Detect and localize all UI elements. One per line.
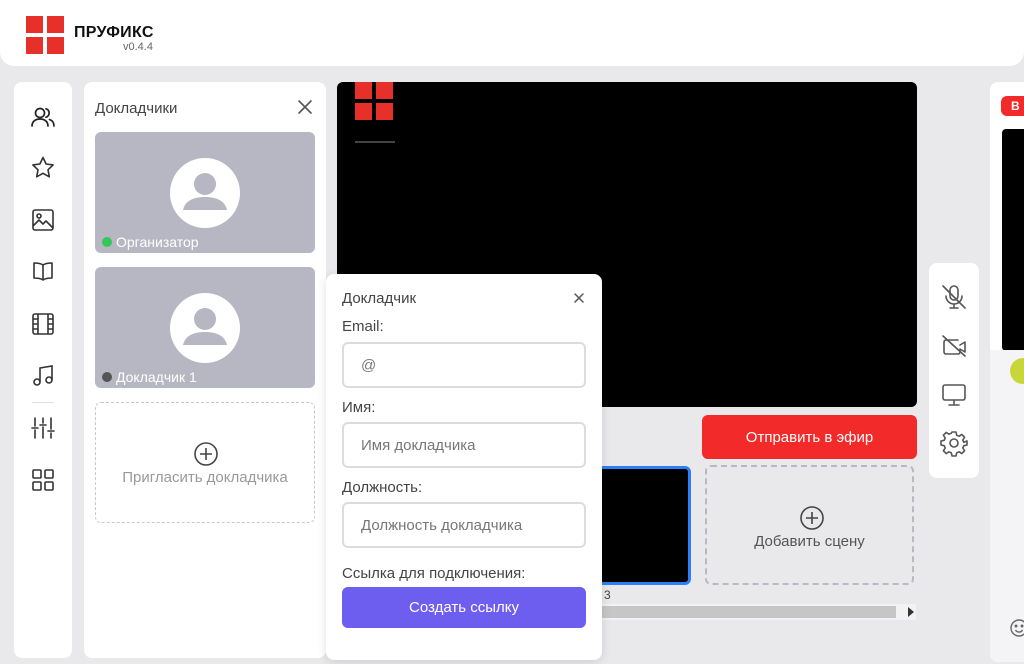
mic-off-icon[interactable] (940, 283, 968, 311)
email-label: Email: (342, 318, 384, 335)
settings-icon[interactable] (940, 429, 968, 457)
speaker-card-1[interactable]: Докладчик 1 (95, 267, 315, 388)
dialog-title: Докладчик (342, 290, 417, 307)
position-field[interactable] (342, 502, 586, 548)
speaker-card-organizer[interactable]: Организатор (95, 132, 315, 253)
preview-logo (355, 82, 393, 120)
app-logo (26, 16, 64, 54)
go-live-button[interactable]: Отправить в эфир (702, 415, 917, 459)
chat-area (990, 350, 1024, 662)
sidebar (14, 82, 72, 658)
live-badge: В (1001, 96, 1024, 116)
emoji-icon[interactable] (1009, 618, 1024, 638)
scrollbar-thumb[interactable] (600, 606, 896, 618)
name-label: Имя: (342, 399, 376, 416)
top-bar: ПРУФИКС v0.4.4 (0, 0, 1024, 66)
speaker-name: Докладчик 1 (102, 369, 197, 385)
speakers-panel-title: Докладчики (95, 100, 178, 117)
add-scene-label: Добавить сцену (754, 533, 865, 550)
close-icon[interactable] (571, 290, 587, 306)
plus-circle-icon (799, 505, 825, 531)
position-label: Должность: (342, 479, 423, 496)
live-preview (1002, 129, 1024, 351)
image-icon[interactable] (30, 207, 56, 233)
email-field[interactable] (342, 342, 586, 388)
camera-off-icon[interactable] (940, 332, 968, 360)
scene-number: 3 (604, 588, 611, 602)
music-icon[interactable] (30, 363, 56, 389)
screen-share-icon[interactable] (940, 381, 968, 409)
preview-logo-caption (355, 141, 395, 143)
scroll-right-arrow-icon[interactable] (908, 607, 914, 617)
speaker-name: Организатор (102, 234, 199, 250)
speaker-dialog: Докладчик Email: Имя: Должность: Ссылка … (326, 274, 602, 660)
speaker-name-label: Докладчик 1 (116, 369, 197, 385)
app-version: v0.4.4 (123, 41, 153, 53)
media-controls (929, 263, 979, 478)
name-field[interactable] (342, 422, 586, 468)
status-dot (102, 237, 112, 247)
invite-speaker-button[interactable]: Пригласить докладчика (95, 402, 315, 523)
create-link-button[interactable]: Создать ссылку (342, 587, 586, 628)
film-icon[interactable] (30, 311, 56, 337)
sidebar-divider (32, 402, 54, 403)
avatar (170, 293, 240, 363)
app-brand: ПРУФИКС (74, 24, 154, 41)
people-icon[interactable] (30, 104, 56, 130)
scenes-scrollbar[interactable] (600, 604, 916, 620)
plus-circle-icon (193, 441, 219, 467)
invite-speaker-label: Пригласить докладчика (122, 469, 288, 486)
right-panel: В (990, 82, 1024, 662)
book-icon[interactable] (30, 259, 56, 285)
close-icon[interactable] (296, 98, 314, 116)
link-label: Ссылка для подключения: (342, 565, 526, 582)
grid-icon[interactable] (30, 467, 56, 493)
star-icon[interactable] (30, 155, 56, 181)
sliders-icon[interactable] (30, 415, 56, 441)
avatar (170, 158, 240, 228)
add-scene-button[interactable]: Добавить сцену (705, 465, 914, 585)
speakers-panel: Докладчики Организатор Докладчик 1 Пригл… (84, 82, 326, 658)
status-dot (102, 372, 112, 382)
speaker-name-label: Организатор (116, 234, 199, 250)
scene-thumbnail[interactable] (597, 466, 691, 585)
